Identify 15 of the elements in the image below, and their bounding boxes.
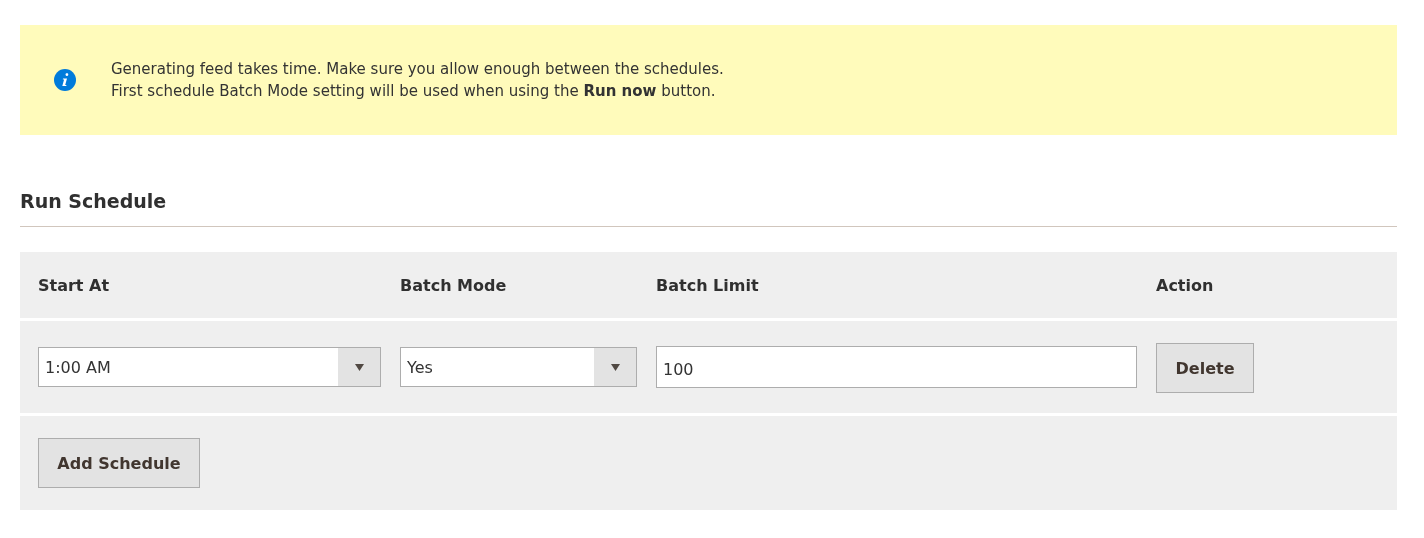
batch-limit-field[interactable]: 100 [656,346,1137,388]
add-schedule-button[interactable]: Add Schedule [38,438,200,488]
column-header: Batch Mode [400,275,508,295]
caret-icon [610,363,620,371]
caret-icon [354,363,364,371]
notice-text: First schedule Batch Mode setting will be used when using the Run now button. [111,81,717,102]
column-header: Batch Limit [656,275,760,295]
info-icon [54,69,76,91]
column-header: Start At [38,275,111,295]
notice-text: Generating feed takes time. Make sure you allow enough between the schedules. [111,59,724,80]
column-header: Action [1156,275,1215,295]
start-time-dropdown[interactable]: 1:00 AM [38,347,381,387]
delete-button[interactable]: Delete [1156,343,1254,393]
section-title: Run Schedule [20,190,1397,227]
batch-mode-dropdown[interactable]: Yes [400,347,637,387]
